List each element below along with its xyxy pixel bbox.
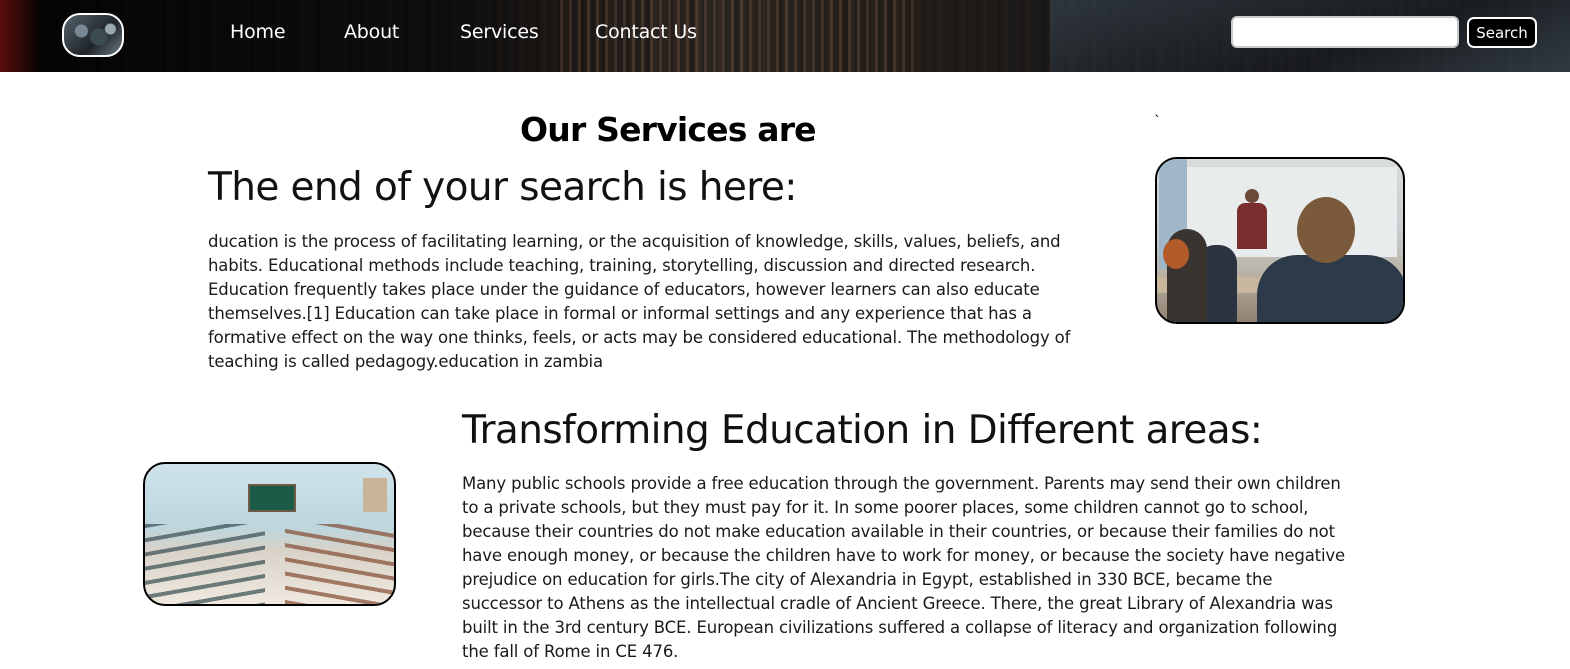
classroom-students-image <box>1155 157 1405 324</box>
nav-link-about[interactable]: About <box>344 21 399 43</box>
search-button[interactable]: Search <box>1467 17 1537 48</box>
section-body-schools: Many public schools provide a free educa… <box>462 474 1346 661</box>
search-input[interactable] <box>1231 16 1459 48</box>
navbar: Home About Services Contact Us Search <box>0 0 1570 72</box>
section-body-education: ducation is the process of facilitating … <box>208 232 1071 371</box>
logo-image[interactable] <box>62 13 124 57</box>
services-heading: Our Services are <box>520 110 817 149</box>
nav-link-contact-us[interactable]: Contact Us <box>595 21 697 43</box>
nav-link-services[interactable]: Services <box>460 21 539 43</box>
section-title-search: The end of your search is here: <box>208 165 797 210</box>
navbar-background-image <box>0 0 40 72</box>
nav-link-home[interactable]: Home <box>230 21 286 43</box>
stray-backtick: ` <box>1154 114 1161 130</box>
section-title-transforming: Transforming Education in Different area… <box>462 408 1263 453</box>
empty-classroom-image <box>143 462 396 606</box>
